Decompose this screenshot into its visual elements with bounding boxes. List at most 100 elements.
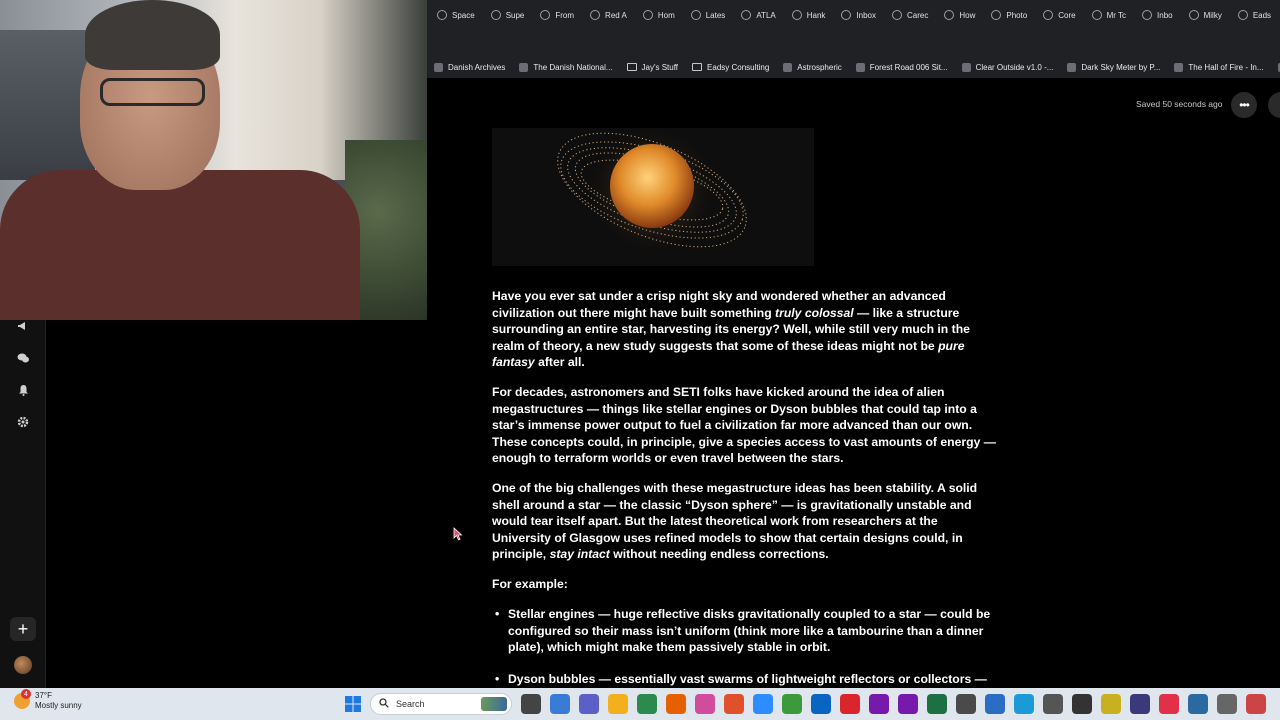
browser-tab[interactable]: Lates [683, 0, 734, 30]
browser-tab[interactable]: Core [1035, 0, 1083, 30]
bookmark-item[interactable]: Astrospheric [776, 62, 848, 72]
onenote-icon[interactable] [869, 694, 889, 714]
address-bar-area [427, 30, 1280, 56]
mouse-cursor-icon [453, 527, 463, 541]
copilot-icon[interactable] [550, 694, 570, 714]
dev-tool-icon[interactable] [1130, 694, 1150, 714]
power-icon[interactable] [1246, 694, 1266, 714]
tab-favicon-icon [841, 10, 852, 20]
article-body[interactable]: Have you ever sat under a crisp night sk… [492, 288, 997, 719]
music-icon[interactable] [1159, 694, 1179, 714]
weather-widget[interactable]: 4 37°F Mostly sunny [14, 689, 82, 711]
browser-tab[interactable]: Carec [884, 0, 936, 30]
browser-tab[interactable]: Inbo [1134, 0, 1181, 30]
browser-tab[interactable]: Milky [1181, 0, 1230, 30]
paragraph-megastructures: For decades, astronomers and SETI folks … [492, 385, 996, 465]
browser-tab[interactable]: Red A [582, 0, 635, 30]
calculator-icon[interactable] [1217, 694, 1237, 714]
tab-favicon-icon [1188, 10, 1199, 20]
tab-favicon-icon [892, 10, 902, 20]
bookmark-item[interactable]: The Danish National... [512, 62, 619, 72]
folder-icon [692, 63, 703, 71]
bookmark-item[interactable]: Forest Road 006 Sit... [849, 62, 955, 72]
saved-status: Saved 50 seconds ago [1136, 99, 1223, 109]
info-icon[interactable] [985, 694, 1005, 714]
tab-label: From [555, 10, 575, 20]
gear-icon[interactable] [14, 413, 32, 431]
bookmark-item[interactable]: Jay's Stuff [620, 63, 686, 72]
taskbar-search[interactable]: Search [370, 693, 512, 715]
secondary-action-button[interactable] [1268, 92, 1280, 118]
paragraph-intro: Have you ever sat under a crisp night sk… [492, 289, 970, 369]
tab-favicon-icon [690, 10, 701, 20]
tab-favicon-icon [991, 10, 1002, 20]
bookmark-label: Eadsy Consulting [707, 62, 770, 72]
outlook-icon[interactable] [811, 694, 831, 714]
app-sidebar: + [0, 320, 46, 688]
itunes-icon[interactable] [695, 694, 715, 714]
game-icon[interactable] [1072, 694, 1092, 714]
browser-tab[interactable]: Hom [635, 0, 683, 30]
tab-label: Mr Tc [1106, 10, 1127, 20]
news-icon[interactable] [637, 694, 657, 714]
browser-tab[interactable]: ATLA [733, 0, 783, 30]
fish-icon[interactable] [1188, 694, 1208, 714]
brave-icon[interactable] [724, 694, 744, 714]
list-item: Stellar engines — huge reflective disks … [495, 606, 997, 656]
bell-icon[interactable] [14, 381, 32, 399]
bookmark-label: The Danish National... [533, 62, 613, 72]
browser-tab[interactable]: How [936, 0, 983, 30]
pencil-icon[interactable] [1101, 694, 1121, 714]
site-icon [855, 62, 865, 72]
notepad-icon[interactable] [1043, 694, 1063, 714]
tab-label: Lates [705, 10, 726, 20]
zoom-icon[interactable] [753, 694, 773, 714]
tab-label: Core [1058, 10, 1076, 20]
chat-icon[interactable] [14, 349, 32, 367]
bookmark-item[interactable]: Dark Sky Meter by P... [1060, 62, 1167, 72]
browser-tab[interactable]: Photo [983, 0, 1035, 30]
bookmark-item[interactable]: The Hall of Fire - In... [1167, 62, 1270, 72]
tab-label: Supe [505, 10, 525, 20]
tab-label: Milky [1203, 10, 1222, 20]
webcam-overlay [0, 0, 427, 320]
avatar[interactable] [14, 656, 32, 674]
tab-label: Red A [605, 10, 627, 20]
new-item-button[interactable]: + [10, 617, 36, 641]
firefox-icon[interactable] [666, 694, 686, 714]
browser-tab[interactable]: Eads [1230, 0, 1279, 30]
bookmark-item[interactable]: Danish Archives [427, 62, 512, 72]
webcam-person-body [0, 170, 360, 320]
task-view-icon[interactable] [521, 694, 541, 714]
bookmark-label: Clear Outside v1.0 -... [975, 62, 1054, 72]
browser-tab[interactable]: Space [429, 0, 483, 30]
tab-label: Hom [657, 10, 675, 20]
browser-tab[interactable]: Inbox [833, 0, 884, 30]
tab-label: Hank [806, 10, 826, 20]
edge-icon[interactable] [1014, 694, 1034, 714]
bookmark-item[interactable]: Eadsy Consulting [685, 63, 776, 72]
folder-icon [626, 63, 637, 71]
weather-sun-icon: 4 [14, 689, 31, 709]
search-placeholder: Search [396, 699, 425, 709]
excel-icon[interactable] [927, 694, 947, 714]
file-explorer-icon[interactable] [608, 694, 628, 714]
bookmark-item[interactable]: Clear Outside v1.0 -... [955, 62, 1061, 72]
browser-tab[interactable]: Hank [784, 0, 834, 30]
onenote-2-icon[interactable] [898, 694, 918, 714]
chrome-icon[interactable] [782, 694, 802, 714]
webcam-person-glasses [100, 78, 205, 106]
bookmark-item[interactable]: Light pol [1271, 62, 1280, 72]
browser-tab[interactable]: From [532, 0, 582, 30]
browser-tab[interactable]: Mr Tc [1084, 0, 1134, 30]
tab-favicon-icon [437, 10, 447, 20]
tab-label: Photo [1006, 10, 1028, 20]
winamp-icon[interactable] [956, 694, 976, 714]
bookmark-label: Dark Sky Meter by P... [1081, 62, 1161, 72]
teams-icon[interactable] [579, 694, 599, 714]
acrobat-icon[interactable] [840, 694, 860, 714]
browser-tab[interactable]: Supe [483, 0, 533, 30]
more-options-button[interactable]: ••• [1231, 92, 1257, 118]
tab-favicon-icon [944, 10, 955, 20]
windows-start-icon[interactable] [345, 696, 361, 712]
